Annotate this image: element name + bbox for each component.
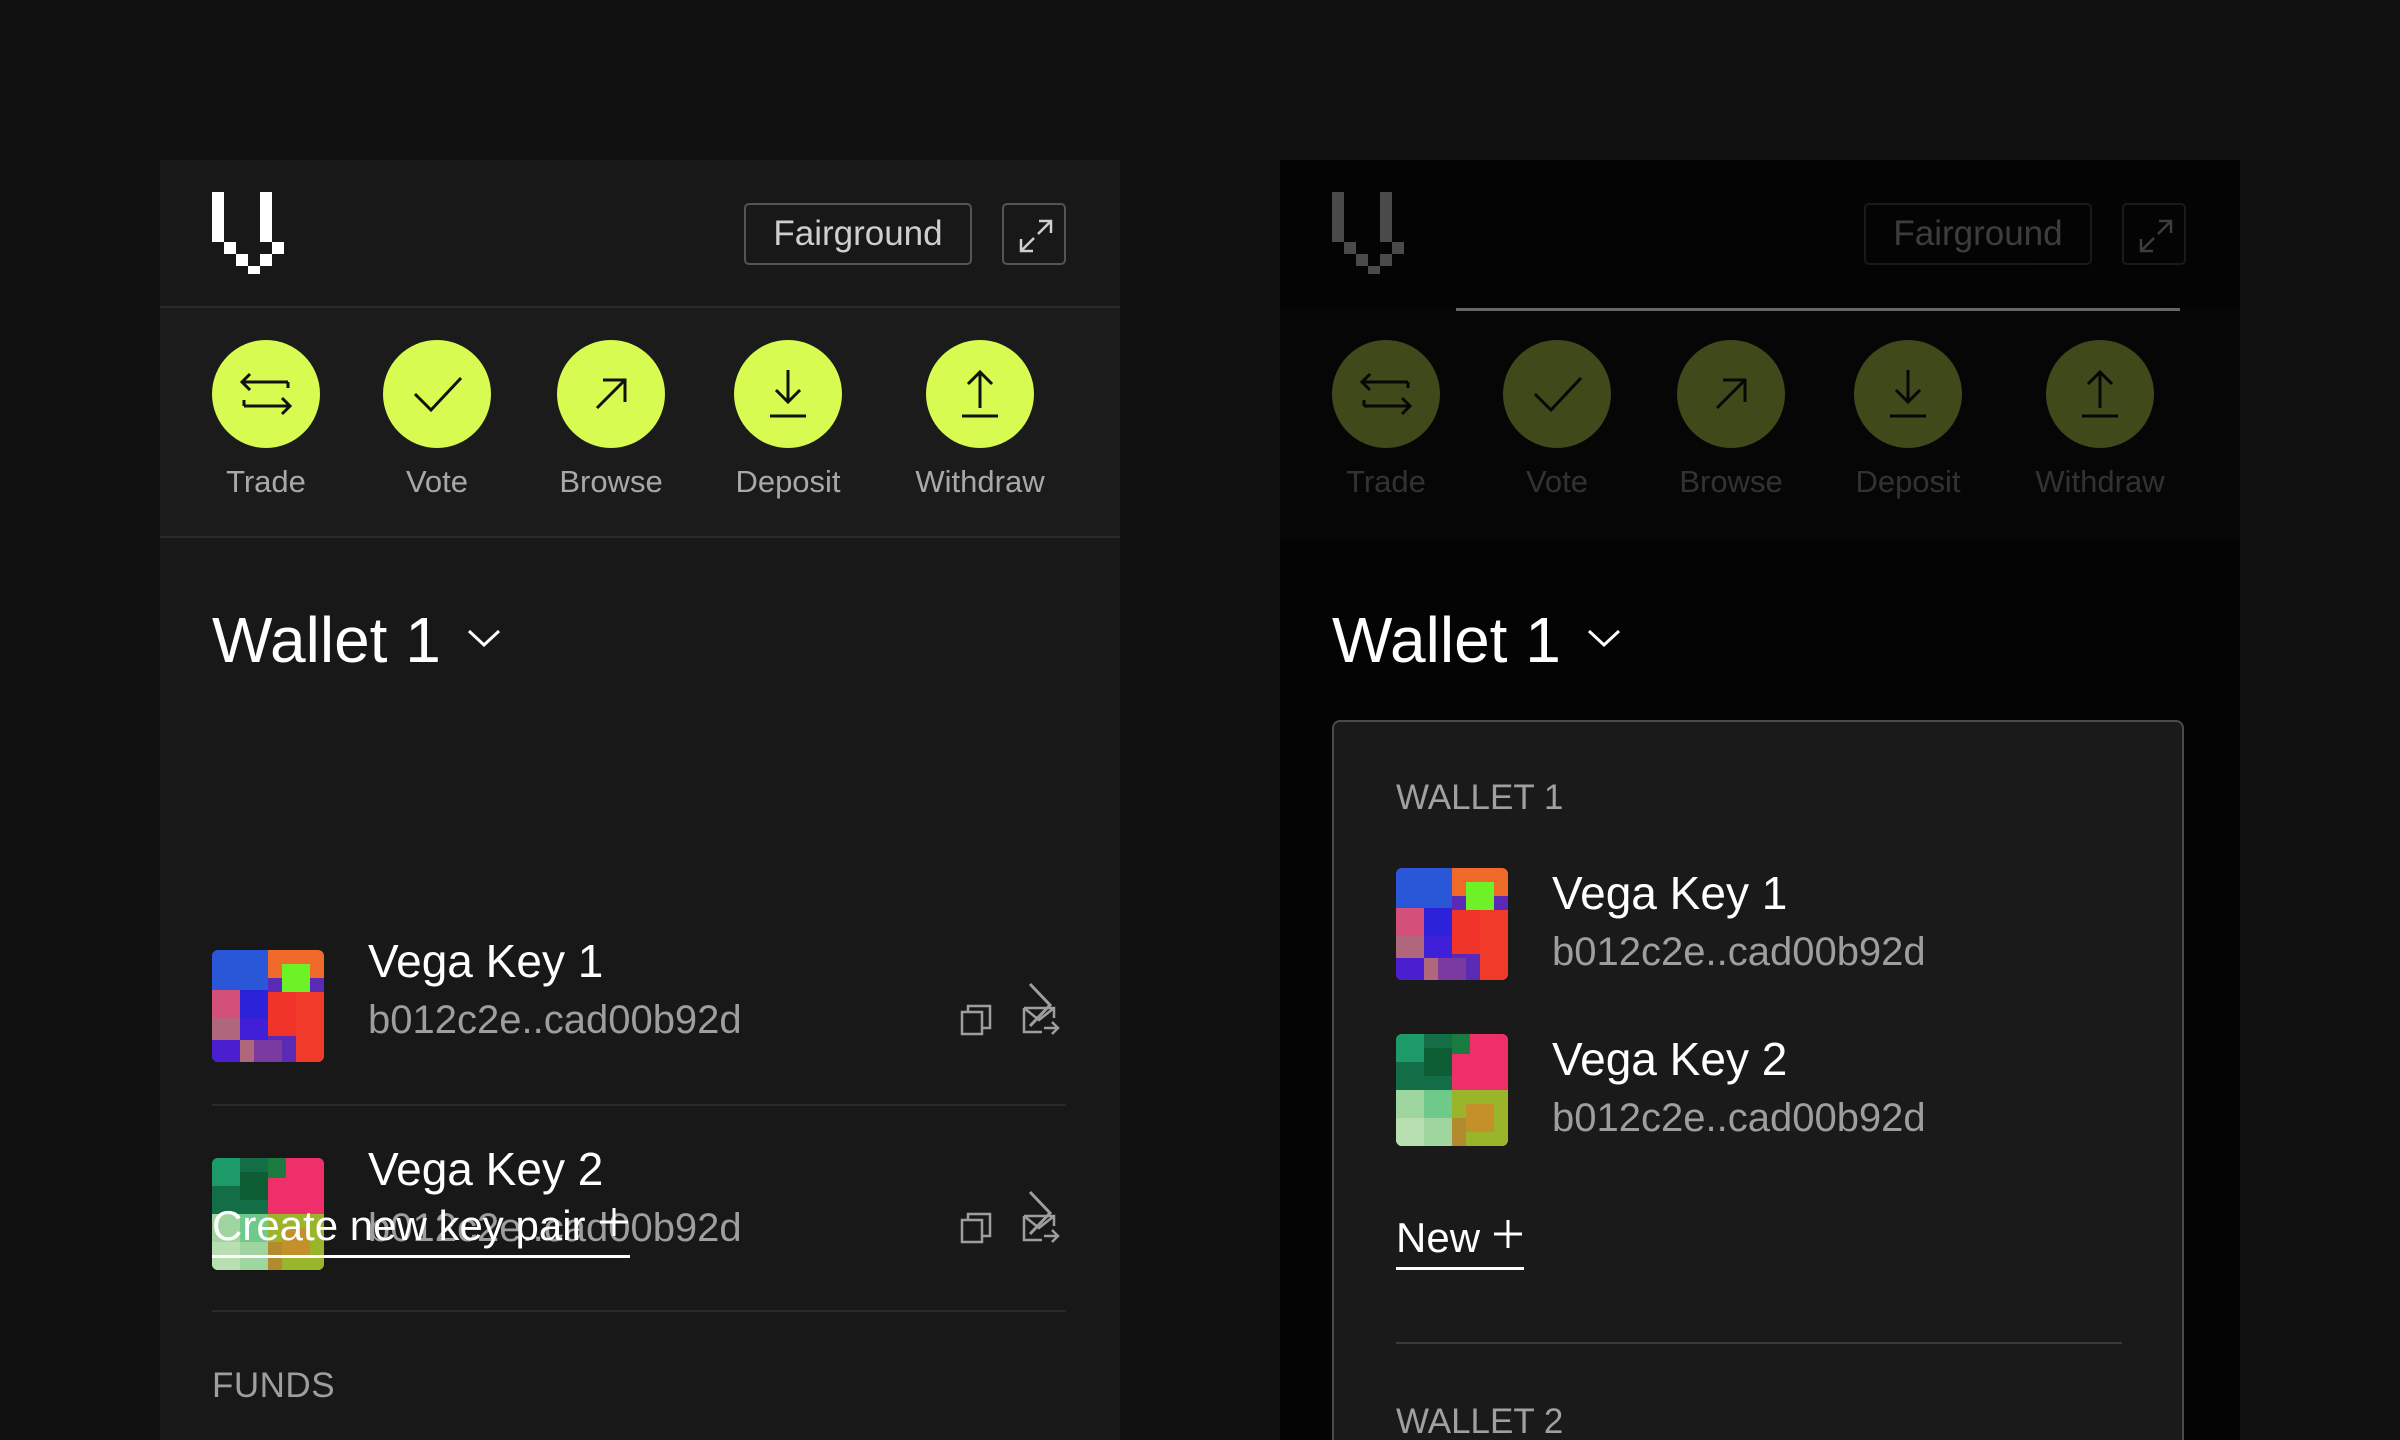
dropdown-key-item[interactable]: Vega Key 2 b012c2e..cad00b92d bbox=[1396, 1033, 2116, 1146]
action-bar: Trade Vote Browse Deposit Withdraw bbox=[160, 308, 1120, 538]
key-avatar bbox=[1396, 1034, 1508, 1146]
swap-arrows-icon bbox=[239, 372, 293, 416]
key-row[interactable]: Vega Key 1 b012c2e..cad00b92d bbox=[212, 900, 1066, 1106]
expand-button[interactable] bbox=[2122, 203, 2186, 265]
wallet-panel-dropdown-open: Fairground Trade Vote Browse Deposit Wit… bbox=[1280, 160, 2240, 1440]
arrow-down-to-line-icon bbox=[770, 370, 806, 418]
arrow-up-right-icon bbox=[1715, 378, 1747, 410]
action-vote[interactable]: Vote bbox=[347, 340, 527, 510]
network-badge[interactable]: Fairground bbox=[1864, 203, 2092, 265]
wallet-dropdown-menu: WALLET 1 Vega Key 1 b012c2e..cad00b92d V… bbox=[1332, 720, 2184, 1440]
wallet-selector[interactable]: Wallet 1 bbox=[212, 602, 441, 678]
expand-arrows-icon bbox=[1019, 219, 1053, 253]
header: Fairground bbox=[1280, 160, 2240, 308]
action-trade[interactable]: Trade bbox=[1296, 340, 1476, 510]
action-deposit[interactable]: Deposit bbox=[1818, 340, 1998, 510]
key-name: Vega Key 2 bbox=[368, 1143, 604, 1195]
arrow-down-to-line-icon bbox=[1890, 370, 1926, 418]
key-name: Vega Key 2 bbox=[1552, 1033, 1788, 1085]
create-key-pair-link[interactable]: Create new key pair bbox=[212, 1202, 630, 1258]
key-avatar bbox=[212, 950, 324, 1062]
copy-icon[interactable] bbox=[956, 1000, 996, 1040]
checkmark-icon bbox=[413, 376, 463, 413]
chevron-right-icon[interactable] bbox=[1024, 980, 1054, 1030]
funds-heading: FUNDS bbox=[212, 1366, 336, 1405]
wallet-selector[interactable]: Wallet 1 bbox=[1332, 602, 1561, 678]
swap-arrows-icon bbox=[1359, 372, 1413, 416]
action-deposit[interactable]: Deposit bbox=[698, 340, 878, 510]
copy-icon[interactable] bbox=[956, 1208, 996, 1248]
chevron-down-icon[interactable] bbox=[465, 626, 503, 650]
action-browse[interactable]: Browse bbox=[521, 340, 701, 510]
action-browse[interactable]: Browse bbox=[1641, 340, 1821, 510]
key-name: Vega Key 1 bbox=[1552, 867, 1788, 919]
action-withdraw[interactable]: Withdraw bbox=[890, 340, 1070, 510]
key-avatar bbox=[1396, 868, 1508, 980]
checkmark-icon bbox=[1533, 376, 1583, 413]
arrow-up-from-line-icon bbox=[2082, 369, 2118, 418]
action-bar: Trade Vote Browse Deposit Withdraw bbox=[1280, 308, 2240, 538]
wallet-panel-default: Fairground Trade Vote Browse Deposit Wit… bbox=[160, 160, 1120, 1440]
action-withdraw[interactable]: Withdraw bbox=[2010, 340, 2190, 510]
new-key-link[interactable]: New bbox=[1396, 1214, 1525, 1270]
vega-logo-icon bbox=[212, 192, 284, 274]
header: Fairground bbox=[160, 160, 1120, 308]
plus-icon bbox=[599, 1208, 628, 1236]
vega-logo-icon bbox=[1332, 192, 1404, 274]
plus-icon bbox=[1494, 1220, 1523, 1248]
expand-arrows-icon bbox=[2139, 219, 2173, 253]
key-name: Vega Key 1 bbox=[368, 935, 604, 987]
expand-button[interactable] bbox=[1002, 203, 1066, 265]
network-badge[interactable]: Fairground bbox=[744, 203, 972, 265]
chevron-down-icon[interactable] bbox=[1585, 626, 1623, 650]
dropdown-divider bbox=[1396, 1342, 2122, 1344]
action-trade[interactable]: Trade bbox=[176, 340, 356, 510]
chevron-right-icon[interactable] bbox=[1024, 1188, 1054, 1238]
action-vote[interactable]: Vote bbox=[1467, 340, 1647, 510]
dropdown-section-wallet-1: WALLET 1 bbox=[1396, 778, 1564, 817]
arrow-up-right-icon bbox=[595, 378, 627, 410]
key-pubkey: b012c2e..cad00b92d bbox=[368, 998, 742, 1042]
key-pubkey: b012c2e..cad00b92d bbox=[1552, 930, 1926, 974]
arrow-up-from-line-icon bbox=[962, 369, 998, 418]
key-pubkey: b012c2e..cad00b92d bbox=[1552, 1096, 1926, 1140]
dropdown-key-item[interactable]: Vega Key 1 b012c2e..cad00b92d bbox=[1396, 867, 2116, 980]
dropdown-section-wallet-2[interactable]: WALLET 2 bbox=[1396, 1402, 1563, 1440]
